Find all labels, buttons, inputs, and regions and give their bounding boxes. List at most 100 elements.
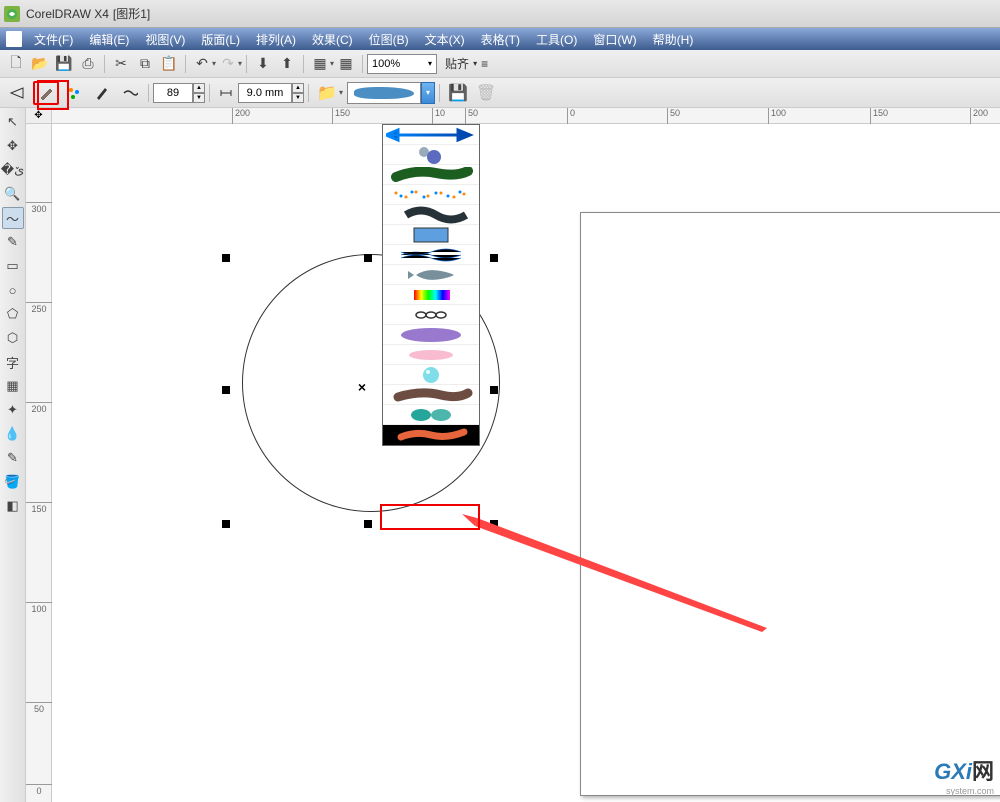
save-button[interactable]: 💾 (53, 53, 75, 75)
menu-bitmaps[interactable]: 位图(B) (361, 29, 417, 50)
zoom-combo[interactable]: 100% ▾ (367, 54, 437, 74)
selection-handle-nw[interactable] (222, 254, 230, 262)
save-brush-button[interactable]: 💾 (445, 81, 471, 105)
brush-item-pink-dab[interactable] (383, 345, 479, 365)
basic-shapes-tool[interactable]: ⬡ (2, 327, 24, 349)
width-spinner[interactable]: ▲▼ (292, 83, 304, 103)
outline-tool[interactable]: ✎ (2, 447, 24, 469)
options-icon[interactable]: ≡ (481, 57, 488, 71)
text-tool[interactable]: 字 (2, 351, 24, 373)
interactive-tool[interactable]: ✦ (2, 399, 24, 421)
selection-handle-e[interactable] (490, 386, 498, 394)
menu-text[interactable]: 文本(X) (417, 29, 473, 50)
paste-button[interactable]: 📋 (158, 53, 180, 75)
brush-stroke-dropdown[interactable] (382, 124, 480, 446)
rectangle-tool[interactable]: ▭ (2, 255, 24, 277)
selection-center-icon[interactable]: × (358, 379, 366, 395)
freehand-tool[interactable]: 〜 (2, 207, 24, 229)
menu-arrange[interactable]: 排列(A) (248, 29, 304, 50)
smart-fill-tool[interactable]: ✎ (2, 231, 24, 253)
menu-tools[interactable]: 工具(O) (528, 29, 585, 50)
brush-item-purple-smudge[interactable] (383, 325, 479, 345)
brush-item-twist-dark[interactable] (383, 205, 479, 225)
brush-item-brown-stroke[interactable] (383, 385, 479, 405)
app-icon (4, 6, 20, 22)
smoothing-spinner[interactable]: ▲▼ (193, 83, 205, 103)
selection-handle-n[interactable] (364, 254, 372, 262)
menu-bar: 文件(F) 编辑(E) 视图(V) 版面(L) 排列(A) 效果(C) 位图(B… (0, 28, 1000, 50)
sprayer-tool-icon[interactable] (61, 81, 87, 105)
redo-button[interactable]: ↷ (217, 53, 239, 75)
brush-dropdown-button[interactable]: ▾ (421, 82, 435, 104)
menu-effects[interactable]: 效果(C) (304, 29, 361, 50)
print-button[interactable]: ⎙ (77, 53, 99, 75)
crop-tool[interactable]: �ێ (2, 159, 24, 181)
delete-brush-button[interactable]: 🗑 (473, 81, 499, 105)
pressure-tool-icon[interactable] (117, 81, 143, 105)
menu-table[interactable]: 表格(T) (473, 29, 528, 50)
menu-edit[interactable]: 编辑(E) (81, 29, 137, 50)
menu-help[interactable]: 帮助(H) (645, 29, 702, 50)
width-input[interactable] (238, 83, 292, 103)
app-launcher-button[interactable]: ▦ (309, 53, 331, 75)
launcher-dropdown-icon[interactable]: ▾ (330, 59, 334, 68)
menu-view[interactable]: 视图(V) (137, 29, 193, 50)
export-button[interactable]: ⬆ (276, 53, 298, 75)
brush-item-teal-drops[interactable] (383, 405, 479, 425)
brush-item-green-stroke[interactable] (383, 165, 479, 185)
selection-handle-s[interactable] (364, 520, 372, 528)
brush-stroke-preview[interactable] (347, 82, 421, 104)
undo-dropdown-icon[interactable]: ▾ (212, 59, 216, 68)
horizontal-ruler[interactable]: 2001501050050100150200 (52, 108, 1000, 124)
open-button[interactable]: 📂 (29, 53, 51, 75)
table-tool[interactable]: ▦ (2, 375, 24, 397)
vertical-ruler[interactable]: 300250200150100500 (26, 124, 52, 802)
brush-item-confetti[interactable] (383, 185, 479, 205)
property-bar: ▲▼ ▲▼ 📁 ▾ ▾ 💾 🗑 (0, 78, 1000, 108)
brush-item-arrow[interactable] (383, 125, 479, 145)
ruler-origin[interactable]: ✥ (26, 108, 52, 124)
drawing-canvas[interactable]: × (52, 124, 1000, 802)
selection-handle-sw[interactable] (222, 520, 230, 528)
cut-button[interactable]: ✂ (110, 53, 132, 75)
fill-tool[interactable]: 🪣 (2, 471, 24, 493)
shape-tool[interactable]: ✥ (2, 135, 24, 157)
calligraphic-tool-icon[interactable] (89, 81, 115, 105)
menu-layout[interactable]: 版面(L) (193, 29, 248, 50)
eyedropper-tool[interactable]: 💧 (2, 423, 24, 445)
brush-item-chain[interactable] (383, 305, 479, 325)
smoothing-input[interactable] (153, 83, 193, 103)
snap-control[interactable]: 贴齐 ▾ ≡ (445, 55, 488, 72)
doc-title: [图形1] (113, 5, 150, 22)
undo-button[interactable]: ↶ (191, 53, 213, 75)
redo-dropdown-icon[interactable]: ▾ (238, 59, 242, 68)
dropdown-icon: ▾ (473, 59, 477, 68)
new-button[interactable]: 🗋 (5, 53, 27, 75)
brush-item-spheres[interactable] (383, 145, 479, 165)
toolbox: ↖ ✥ �ێ 🔍 〜 ✎ ▭ ○ ⬠ ⬡ 字 ▦ ✦ 💧 ✎ 🪣 ◧ (0, 108, 26, 802)
preset-tool-icon[interactable] (5, 81, 31, 105)
brush-item-fish[interactable] (383, 265, 479, 285)
welcome-screen-button[interactable]: ▦ (335, 53, 357, 75)
brush-item-fiber[interactable] (383, 245, 479, 265)
menu-window[interactable]: 窗口(W) (585, 29, 644, 50)
brush-stroke-sample (354, 87, 414, 99)
copy-button[interactable]: ⧉ (134, 53, 156, 75)
menu-file[interactable]: 文件(F) (26, 29, 81, 50)
import-button[interactable]: ⬇ (252, 53, 274, 75)
brush-item-orange-flame[interactable] (383, 425, 479, 445)
browse-button[interactable]: 📁 (314, 81, 340, 105)
zoom-tool[interactable]: 🔍 (2, 183, 24, 205)
brush-item-bubble[interactable] (383, 365, 479, 385)
selection-handle-ne[interactable] (490, 254, 498, 262)
ellipse-tool[interactable]: ○ (2, 279, 24, 301)
polygon-tool[interactable]: ⬠ (2, 303, 24, 325)
selection-handle-w[interactable] (222, 386, 230, 394)
brush-item-halftone[interactable] (383, 225, 479, 245)
brush-item-rainbow[interactable] (383, 285, 479, 305)
ruler-tick: 200 (26, 402, 52, 414)
interactive-fill-tool[interactable]: ◧ (2, 495, 24, 517)
pick-tool[interactable]: ↖ (2, 111, 24, 133)
brush-tool-button[interactable] (33, 81, 59, 105)
browse-dropdown-icon[interactable]: ▾ (339, 88, 343, 97)
